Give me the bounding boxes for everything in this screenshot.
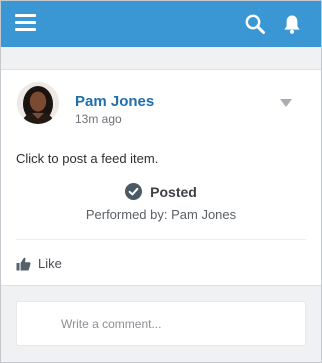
post-status: Posted: [1, 183, 321, 200]
post-author-link[interactable]: Pam Jones: [75, 93, 154, 110]
header-spacer: [1, 47, 321, 69]
post-status-label: Posted: [150, 183, 197, 200]
check-circle-icon: [125, 183, 143, 200]
avatar[interactable]: [17, 82, 59, 124]
feed-item-panel: Pam Jones 13m ago Click to post a feed i…: [0, 0, 322, 363]
feed-post-card[interactable]: Pam Jones 13m ago Click to post a feed i…: [1, 69, 321, 286]
app-header: [1, 1, 321, 47]
search-icon[interactable]: [244, 13, 266, 35]
divider: [16, 239, 306, 240]
chevron-down-icon[interactable]: [279, 98, 293, 108]
post-timestamp: 13m ago: [75, 112, 122, 126]
thumbs-up-icon: [16, 257, 31, 270]
post-body-text[interactable]: Click to post a feed item.: [16, 151, 158, 166]
comment-input[interactable]: [16, 301, 306, 346]
like-button[interactable]: Like: [16, 256, 62, 271]
performed-by-text: Performed by: Pam Jones: [85, 207, 237, 222]
comment-bar: [1, 286, 321, 362]
hamburger-menu-icon[interactable]: [15, 13, 36, 32]
like-label: Like: [38, 256, 62, 271]
bell-icon[interactable]: [281, 13, 303, 35]
